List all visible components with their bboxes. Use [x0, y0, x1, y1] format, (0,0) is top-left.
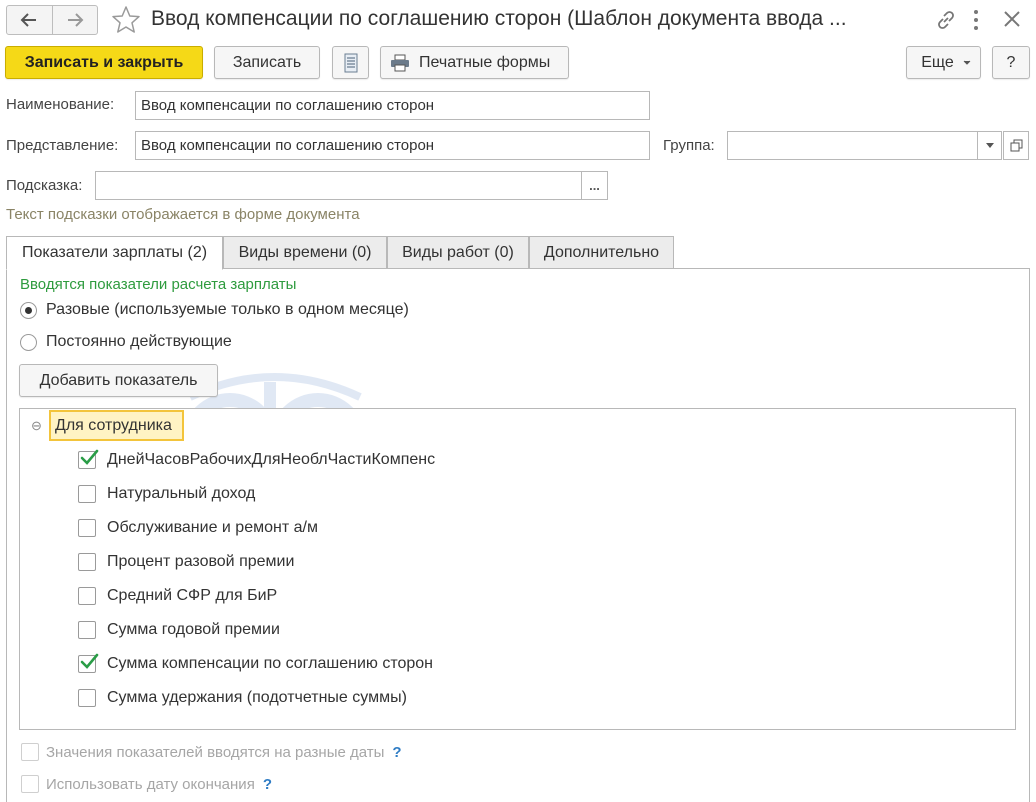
help-question-icon[interactable]: ?	[392, 744, 401, 761]
indicator-item-label: Натуральный доход	[107, 485, 256, 502]
checkbox[interactable]	[78, 553, 96, 571]
more-menu-button[interactable]	[971, 9, 981, 35]
close-button[interactable]	[1002, 9, 1022, 33]
checkbox[interactable]	[78, 653, 99, 673]
hint-label: Подсказка:	[6, 177, 83, 194]
window-title: Ввод компенсации по соглашению сторон (Ш…	[151, 7, 847, 30]
checkbox[interactable]	[78, 485, 96, 503]
help-button[interactable]: ?	[992, 46, 1030, 79]
tab-work-types[interactable]: Виды работ (0)	[387, 236, 529, 269]
name-label: Наименование:	[6, 96, 115, 113]
checkbox[interactable]	[21, 743, 39, 761]
printer-icon	[391, 54, 409, 71]
favorite-star-button[interactable]	[110, 4, 142, 40]
indicator-item-label: Сумма компенсации по соглашению сторон	[107, 655, 434, 672]
print-forms-label: Печатные формы	[419, 53, 551, 71]
option-end-date[interactable]: Использовать дату окончания ?	[21, 775, 272, 793]
indicator-item-label: Сумма удержания (подотчетные суммы)	[107, 689, 407, 706]
link-icon	[938, 11, 954, 29]
presentation-label: Представление:	[6, 137, 119, 154]
hint-field[interactable]	[95, 171, 582, 200]
checkbox[interactable]	[78, 587, 96, 605]
indicator-item-label: Процент разовой премии	[107, 553, 295, 570]
section-title: Вводятся показатели расчета зарплаты	[20, 276, 297, 293]
group-label: Группа:	[663, 137, 715, 154]
checkbox[interactable]	[78, 621, 96, 639]
arrow-right-icon	[67, 13, 84, 27]
option-different-dates[interactable]: Значения показателей вводятся на разные …	[21, 743, 402, 761]
link-button[interactable]	[934, 8, 958, 36]
indicator-item-label: Средний СФР для БиР	[107, 587, 278, 604]
option-different-dates-label: Значения показателей вводятся на разные …	[46, 743, 385, 761]
indicator-item[interactable]: ДнейЧасовРабочихДляНеоблЧастиКомпенс	[78, 449, 436, 469]
hint-select-button[interactable]: ...	[581, 171, 608, 200]
chevron-down-icon	[985, 143, 994, 148]
hint-note: Текст подсказки отображается в форме док…	[6, 206, 360, 223]
tab-salary-indicators[interactable]: Показатели зарплаты (2)	[6, 236, 223, 270]
indicator-item[interactable]: Натуральный доход	[78, 485, 255, 503]
checkbox[interactable]	[21, 775, 39, 793]
kebab-menu-icon	[974, 10, 978, 30]
indicator-item[interactable]: Обслуживание и ремонт а/м	[78, 519, 318, 537]
more-actions-button[interactable]: Еще	[906, 46, 981, 79]
option-end-date-label: Использовать дату окончания	[46, 775, 255, 793]
indicator-item[interactable]: Сумма годовой премии	[78, 621, 280, 639]
document-list-icon	[344, 53, 357, 72]
radio-button[interactable]	[20, 301, 37, 319]
group-field[interactable]	[727, 131, 978, 160]
indicator-item-label: Сумма годовой премии	[107, 621, 280, 638]
add-indicator-button[interactable]: Добавить показатель	[19, 364, 218, 397]
presentation-field[interactable]: Ввод компенсации по соглашению сторон	[135, 131, 650, 160]
document-list-button[interactable]	[332, 46, 369, 79]
star-icon	[112, 6, 140, 33]
tab-additional[interactable]: Дополнительно	[529, 236, 674, 269]
checkbox[interactable]	[78, 519, 96, 537]
help-question-icon[interactable]: ?	[263, 776, 272, 793]
more-actions-label: Еще	[921, 53, 954, 71]
indicator-item[interactable]: Средний СФР для БиР	[78, 587, 277, 605]
radio-permanent-label: Постоянно действующие	[46, 333, 232, 350]
group-dropdown-button[interactable]	[977, 131, 1002, 160]
radio-permanent[interactable]: Постоянно действующие	[20, 333, 232, 351]
save-and-close-button[interactable]: Записать и закрыть	[5, 46, 203, 79]
group-open-button[interactable]	[1003, 131, 1029, 160]
tree-group-label[interactable]: Для сотрудника	[55, 417, 172, 435]
forward-button[interactable]	[51, 6, 98, 34]
name-field[interactable]: Ввод компенсации по соглашению сторон	[135, 91, 650, 120]
checkmark-icon	[80, 449, 99, 465]
indicator-item[interactable]: Процент разовой премии	[78, 553, 294, 571]
indicator-item[interactable]: Сумма компенсации по соглашению сторон	[78, 653, 434, 673]
checkbox[interactable]	[78, 449, 99, 469]
history-nav	[6, 5, 98, 35]
checkbox[interactable]	[78, 689, 96, 707]
back-button[interactable]	[7, 6, 52, 34]
chevron-down-icon	[963, 60, 971, 65]
radio-button[interactable]	[20, 333, 37, 351]
indicator-item-label: Обслуживание и ремонт а/м	[107, 519, 318, 536]
checkmark-icon	[80, 653, 99, 669]
save-button[interactable]: Записать	[214, 46, 320, 79]
indicator-item[interactable]: Сумма удержания (подотчетные суммы)	[78, 689, 407, 707]
radio-one-time-label: Разовые (используемые только в одном мес…	[46, 301, 409, 318]
radio-one-time[interactable]: Разовые (используемые только в одном мес…	[20, 301, 409, 319]
print-forms-button[interactable]: Печатные формы	[380, 46, 569, 79]
arrow-left-icon	[20, 13, 37, 27]
tab-time-types[interactable]: Виды времени (0)	[223, 236, 387, 269]
open-window-icon	[1010, 139, 1022, 152]
close-icon	[1004, 11, 1020, 27]
indicator-item-label: ДнейЧасовРабочихДляНеоблЧастиКомпенс	[107, 451, 436, 468]
collapse-icon[interactable]: ⊖	[31, 418, 42, 434]
